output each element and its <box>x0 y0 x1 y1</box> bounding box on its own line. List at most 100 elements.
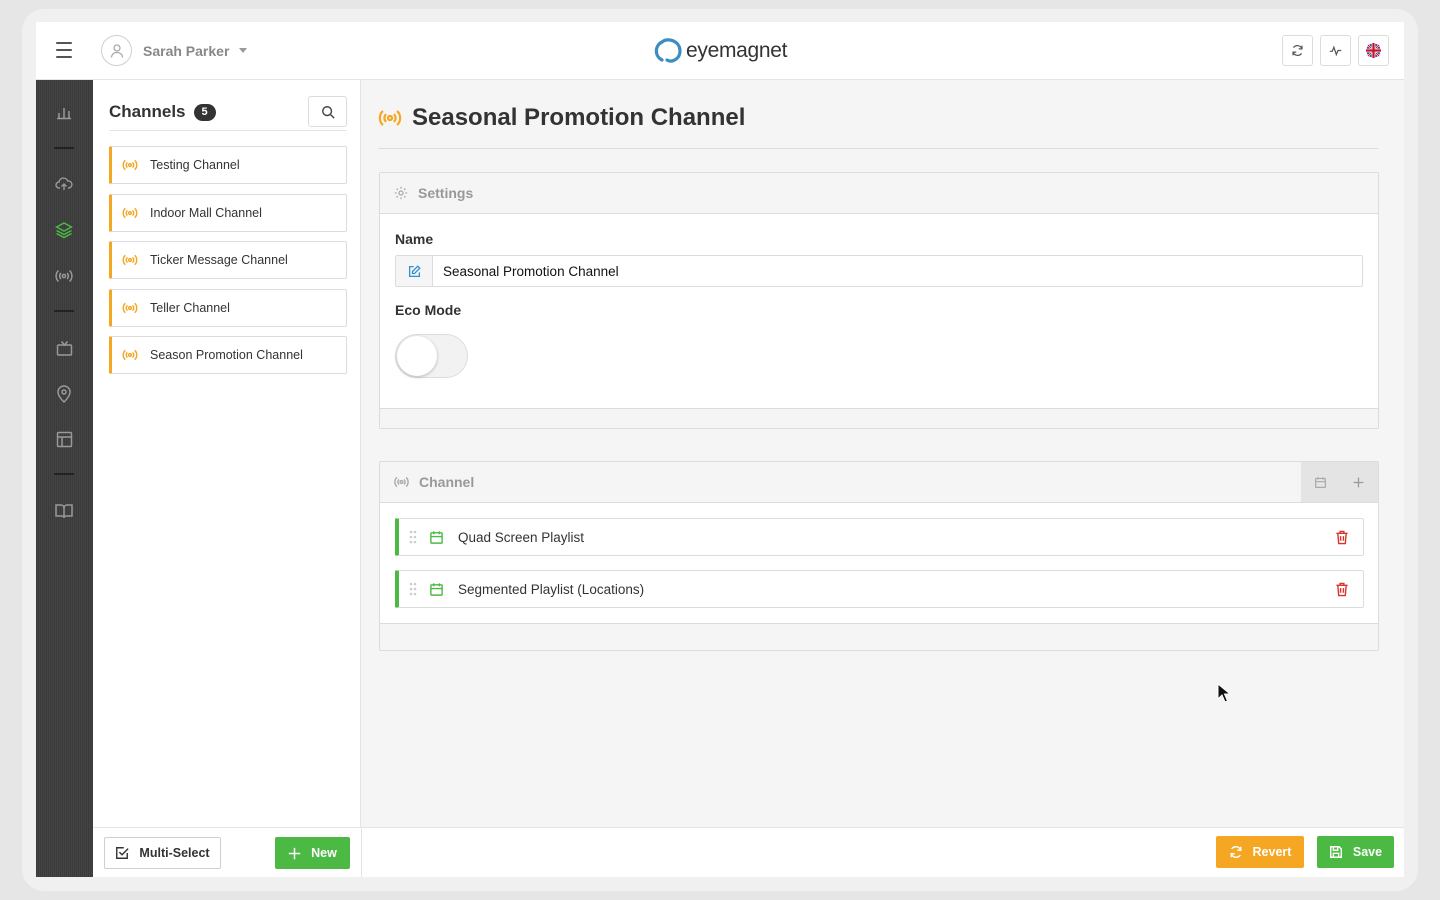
channels-header: Channels 5 <box>109 102 216 122</box>
mouse-cursor-icon <box>1217 683 1231 703</box>
settings-card-header: Settings <box>380 173 1378 214</box>
multi-select-button[interactable]: Multi-Select <box>104 837 221 869</box>
logo-text: eyemagnet <box>686 39 788 62</box>
channel-list-item[interactable]: Ticker Message Channel <box>109 241 347 279</box>
nav-locations[interactable] <box>54 384 74 404</box>
broadcast-icon <box>378 110 402 126</box>
app-window: Sarah Parker eyemagnet Channels 5 Testin… <box>36 22 1404 877</box>
refresh-button[interactable] <box>1282 35 1313 66</box>
channels-search-button[interactable] <box>308 96 347 127</box>
logo-mark-icon <box>654 38 682 63</box>
trash-icon <box>1336 582 1348 597</box>
nav-docs[interactable] <box>54 501 74 521</box>
chevron-down-icon <box>239 48 248 53</box>
brand-logo: eyemagnet <box>650 38 788 64</box>
edit-icon <box>408 264 421 277</box>
user-name: Sarah Parker <box>143 42 230 59</box>
schedule-button[interactable] <box>1301 462 1339 502</box>
plus-icon <box>288 847 301 859</box>
uk-flag-icon <box>1366 43 1381 58</box>
refresh-icon <box>1292 45 1303 56</box>
revert-label: Revert <box>1252 845 1292 859</box>
playlist-label: Quad Screen Playlist <box>458 529 585 545</box>
user-menu[interactable]: Sarah Parker <box>101 35 248 66</box>
new-button[interactable]: New <box>275 837 350 869</box>
avatar <box>101 35 132 66</box>
search-icon <box>321 105 335 119</box>
channel-list-item[interactable]: Indoor Mall Channel <box>109 194 347 232</box>
main-content: Seasonal Promotion Channel Settings Name… <box>361 80 1404 827</box>
eco-mode-toggle[interactable] <box>395 334 468 378</box>
nav-uploads[interactable] <box>54 174 74 194</box>
settings-card-title: Settings <box>418 185 474 201</box>
bottom-bar: Multi-Select New Revert Save <box>93 827 1404 877</box>
name-value: Seasonal Promotion Channel <box>443 263 619 279</box>
broadcast-icon <box>122 159 138 171</box>
save-button[interactable]: Save <box>1317 836 1394 868</box>
calendar-icon <box>430 530 443 544</box>
language-button[interactable] <box>1358 35 1389 66</box>
broadcast-icon <box>122 254 138 266</box>
new-label: New <box>311 846 337 860</box>
bottom-divider <box>361 828 362 877</box>
gear-icon <box>394 186 408 200</box>
playlist-label: Segmented Playlist (Locations) <box>458 581 645 597</box>
card-footer <box>380 408 1378 428</box>
channel-card: Channel Quad Screen Playlist Segmented P… <box>379 461 1379 651</box>
channel-card-actions <box>1301 462 1378 502</box>
broadcast-icon <box>122 207 138 219</box>
top-bar: Sarah Parker eyemagnet <box>36 22 1404 80</box>
channel-list-item[interactable]: Testing Channel <box>109 146 347 184</box>
nav-divider <box>54 147 74 149</box>
channel-card-header: Channel <box>380 462 1378 503</box>
plus-icon <box>1353 477 1363 487</box>
layout-icon <box>56 431 72 447</box>
channel-label: Ticker Message Channel <box>150 253 288 267</box>
add-playlist-button[interactable] <box>1339 462 1377 502</box>
toggle-knob <box>397 336 437 376</box>
menu-icon[interactable] <box>56 42 72 58</box>
revert-button[interactable]: Revert <box>1216 836 1304 868</box>
channel-label: Indoor Mall Channel <box>150 206 262 220</box>
refresh-icon <box>1230 846 1242 858</box>
drag-handle-icon[interactable] <box>409 530 417 544</box>
calendar-icon <box>1314 476 1326 488</box>
channel-label: Teller Channel <box>150 301 230 315</box>
nav-analytics[interactable] <box>54 102 74 122</box>
bar-chart-icon <box>57 108 71 120</box>
broadcast-icon <box>122 349 138 361</box>
nav-layouts[interactable] <box>54 429 74 449</box>
channel-list-item[interactable]: Teller Channel <box>109 289 347 327</box>
user-icon <box>110 43 123 58</box>
multi-select-label: Multi-Select <box>139 846 210 860</box>
page-title: Seasonal Promotion Channel <box>412 104 746 131</box>
eco-mode-label: Eco Mode <box>395 302 462 318</box>
page-header: Seasonal Promotion Channel <box>378 104 745 132</box>
checkbox-icon <box>116 847 130 859</box>
channel-list-item[interactable]: Season Promotion Channel <box>109 336 347 374</box>
nav-divider <box>54 310 74 312</box>
broadcast-icon <box>55 269 73 283</box>
header-divider <box>378 148 1378 149</box>
delete-playlist-button[interactable] <box>1335 582 1349 597</box>
nav-screens[interactable] <box>54 338 74 358</box>
trash-icon <box>1336 530 1348 545</box>
broadcast-icon <box>394 476 409 488</box>
playlist-row[interactable]: Quad Screen Playlist <box>395 518 1364 556</box>
channels-title: Channels <box>109 102 186 121</box>
playlist-row[interactable]: Segmented Playlist (Locations) <box>395 570 1364 608</box>
map-pin-icon <box>57 385 71 403</box>
channel-label: Testing Channel <box>150 158 240 172</box>
activity-icon <box>1329 45 1342 57</box>
channel-card-title: Channel <box>419 474 475 490</box>
nav-channels[interactable] <box>54 266 74 286</box>
calendar-icon <box>430 582 443 596</box>
save-label: Save <box>1352 845 1383 859</box>
delete-playlist-button[interactable] <box>1335 530 1349 545</box>
nav-layers[interactable] <box>54 220 74 240</box>
settings-card: Settings Name Seasonal Promotion Channel… <box>379 172 1379 429</box>
name-field[interactable]: Seasonal Promotion Channel <box>395 255 1363 287</box>
drag-handle-icon[interactable] <box>409 582 417 596</box>
layers-icon <box>55 222 73 239</box>
activity-button[interactable] <box>1320 35 1351 66</box>
